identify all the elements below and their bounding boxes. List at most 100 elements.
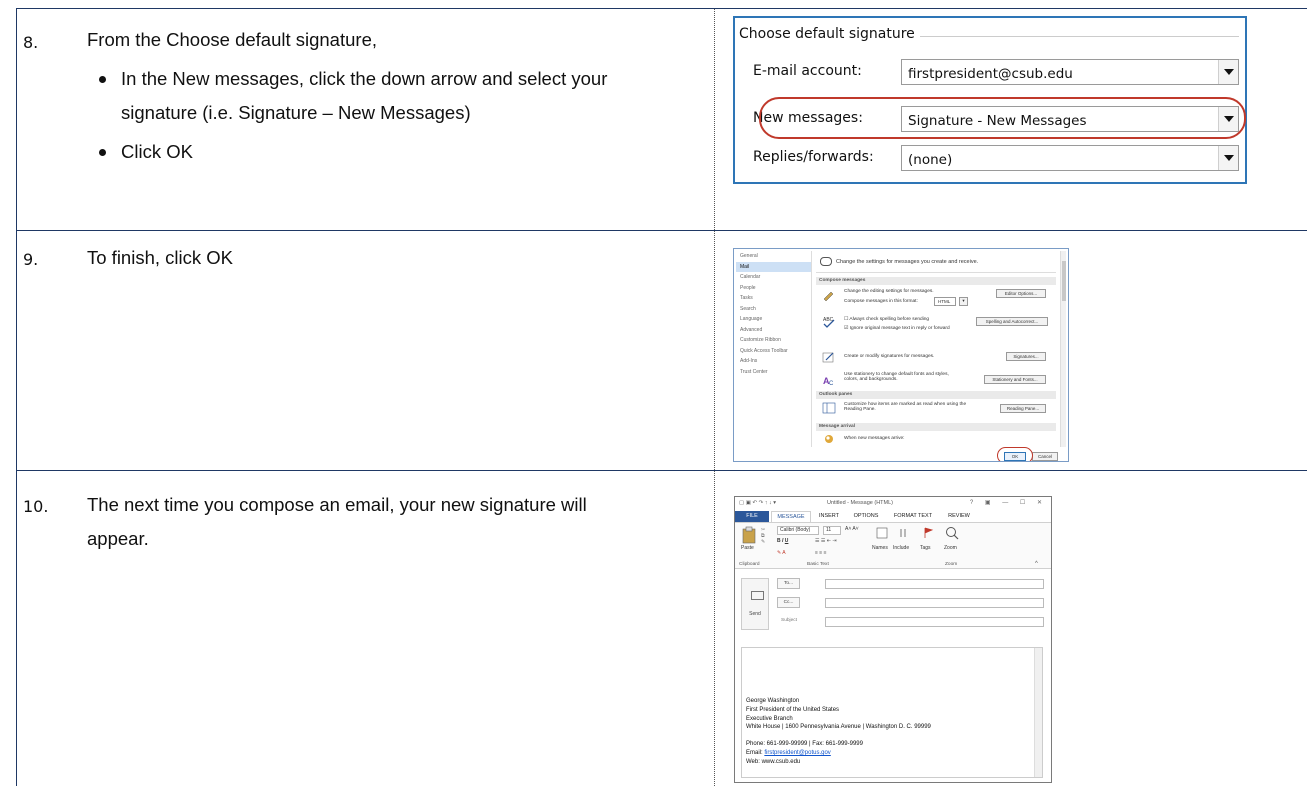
nav-item[interactable]: People (736, 283, 811, 294)
options-pane: Change the settings for messages you cre… (816, 251, 1056, 447)
list-indent-icons[interactable]: ☰ ☰ ⇤ ⇥ (815, 538, 837, 544)
chevron-down-icon[interactable]: ▾ (959, 297, 968, 306)
search-icon[interactable] (945, 526, 959, 540)
highlight-oval (997, 447, 1033, 461)
collapse-ribbon-icon[interactable]: ^ (1035, 561, 1038, 567)
step-instructions: To finish, click OK (87, 247, 233, 268)
signature-pen-icon (822, 352, 834, 363)
group-clipboard: Clipboard (739, 562, 760, 567)
to-button[interactable]: To... (777, 578, 800, 589)
nav-item[interactable]: Advanced (736, 325, 811, 336)
tab-options[interactable]: OPTIONS (848, 511, 884, 522)
step-row-9: 9. To finish, click OK General Mail Cale… (17, 232, 1307, 471)
spell-always-checkbox[interactable]: ☐ Always check spelling before sending (844, 317, 929, 322)
email-link[interactable]: firstpresident@potus.gov (764, 750, 830, 756)
tab-file[interactable]: FILE (735, 511, 769, 522)
options-nav: General Mail Calendar People Tasks Searc… (736, 251, 812, 447)
tags-button[interactable]: Tags (920, 545, 931, 551)
step-row-8: 8. From the Choose default signature, In… (17, 8, 1307, 231)
paste-button[interactable]: Paste (741, 545, 754, 551)
step-number: 9. (23, 250, 39, 269)
paperclip-icon[interactable] (896, 527, 910, 539)
zoom-button[interactable]: Zoom (944, 545, 957, 551)
editing-text: Change the editing settings for messages… (844, 289, 934, 294)
address-book-icon[interactable] (875, 527, 889, 539)
chevron-down-icon[interactable] (1218, 146, 1238, 170)
pencil-icon (823, 291, 834, 301)
nav-item[interactable]: Calendar (736, 272, 811, 283)
stationery-fonts-button[interactable]: Stationery and Fonts... (984, 375, 1046, 384)
cut-copy-icons[interactable]: ✂ ⧉ ✎ (761, 527, 765, 545)
align-icons[interactable]: ≡ ≡ ≡ (815, 550, 827, 556)
signature-dialog-screenshot: Choose default signature E-mail account:… (733, 16, 1247, 184)
stationery-text: Use stationery to change default fonts a… (844, 372, 949, 382)
chevron-down-icon[interactable] (1218, 60, 1238, 84)
signature-line: White House | 1600 Pennesylvania Avenue … (746, 724, 931, 731)
highlight-fontcolor[interactable]: ✎ A (777, 550, 786, 556)
cc-button[interactable]: Cc... (777, 597, 800, 608)
nav-item[interactable]: Language (736, 314, 811, 325)
email-account-row: E-mail account: firstpresident@csub.edu (753, 59, 1241, 85)
window-controls[interactable]: ? ▣ — ☐ ✕ (970, 499, 1047, 506)
font-select[interactable]: Calibri (Body) (777, 526, 819, 535)
body-scrollbar[interactable] (1034, 648, 1042, 777)
email-account-select[interactable]: firstpresident@csub.edu (901, 59, 1239, 85)
section-outlook-panes: Outlook panes (816, 391, 1056, 399)
signature-text: Create or modify signatures for messages… (844, 354, 935, 359)
send-button[interactable]: Send (741, 578, 769, 630)
reading-pane-button[interactable]: Reading Pane... (1000, 404, 1046, 413)
spelling-autocorrect-button[interactable]: Spelling and Autocorrect... (976, 317, 1048, 326)
nav-item[interactable]: Tasks (736, 293, 811, 304)
svg-text:C: C (829, 381, 834, 386)
compose-format-label: Compose messages in this format: (844, 299, 918, 304)
signature-line: George Washington (746, 698, 800, 704)
nav-item[interactable]: General (736, 251, 811, 262)
nav-item[interactable]: Search (736, 304, 811, 315)
replies-forwards-row: Replies/forwards: (none) (753, 145, 1241, 171)
bullet-item: In the New messages, click the down arro… (99, 62, 639, 130)
tab-message[interactable]: MESSAGE (771, 511, 811, 522)
tab-review[interactable]: REVIEW (942, 511, 976, 522)
step-row-10: 10. The next time you compose an email, … (17, 471, 1307, 786)
nav-item[interactable]: Quick Access Toolbar (736, 346, 811, 357)
stationery-icon: AC (823, 376, 834, 386)
group-basic-text: Basic Text (807, 562, 829, 567)
nav-item[interactable]: Trust Center (736, 367, 811, 378)
dialog-legend: Choose default signature (739, 26, 915, 42)
options-scrollbar[interactable] (1060, 251, 1066, 447)
nav-item[interactable]: Add-Ins (736, 356, 811, 367)
title-bar: ▢ ▣ ↶ ↷ ↑ ↓ ▾ Untitled - Message (HTML) … (735, 497, 1051, 511)
email-account-value: firstpresident@csub.edu (908, 66, 1073, 82)
grow-shrink-font-icons[interactable]: A˄ A˅ (845, 526, 859, 532)
compose-format-select[interactable]: HTML (934, 297, 956, 306)
to-field[interactable] (825, 579, 1044, 589)
tab-insert[interactable]: INSERT (813, 511, 845, 522)
signature-line: First President of the United States (746, 706, 840, 713)
spell-check-icon: ABC (823, 317, 835, 328)
replies-forwards-select[interactable]: (none) (901, 145, 1239, 171)
clipboard-icon[interactable] (741, 526, 757, 544)
nav-item-selected[interactable]: Mail (736, 261, 811, 272)
include-button[interactable]: Include (893, 545, 909, 551)
step-intro: From the Choose default signature, (87, 29, 377, 50)
subject-field[interactable] (825, 617, 1044, 627)
bold-italic-underline[interactable]: B I U (777, 538, 788, 544)
signatures-button[interactable]: Signatures... (1006, 352, 1046, 361)
cancel-button[interactable]: Cancel (1032, 452, 1058, 461)
outlook-options-screenshot: General Mail Calendar People Tasks Searc… (733, 248, 1069, 462)
instructions-table: 8. From the Choose default signature, In… (16, 8, 1307, 786)
font-size-select[interactable]: 11 (823, 526, 841, 535)
flag-icon[interactable] (922, 527, 934, 539)
message-body[interactable]: George Washington First President of the… (741, 647, 1043, 778)
cc-field[interactable] (825, 598, 1044, 608)
section-message-arrival: Message arrival (816, 423, 1056, 431)
nav-item[interactable]: Customize Ribbon (736, 335, 811, 346)
window-title: Untitled - Message (HTML) (827, 500, 894, 506)
editor-options-button[interactable]: Editor Options... (996, 289, 1046, 298)
compose-message-screenshot: ▢ ▣ ↶ ↷ ↑ ↓ ▾ Untitled - Message (HTML) … (734, 496, 1052, 783)
spell-ignore-checkbox[interactable]: ☑ Ignore original message text in reply … (844, 326, 950, 331)
names-button[interactable]: Names (872, 545, 888, 551)
ribbon-tabs: FILE MESSAGE INSERT OPTIONS FORMAT TEXT … (735, 511, 1051, 522)
tab-format-text[interactable]: FORMAT TEXT (887, 511, 939, 522)
